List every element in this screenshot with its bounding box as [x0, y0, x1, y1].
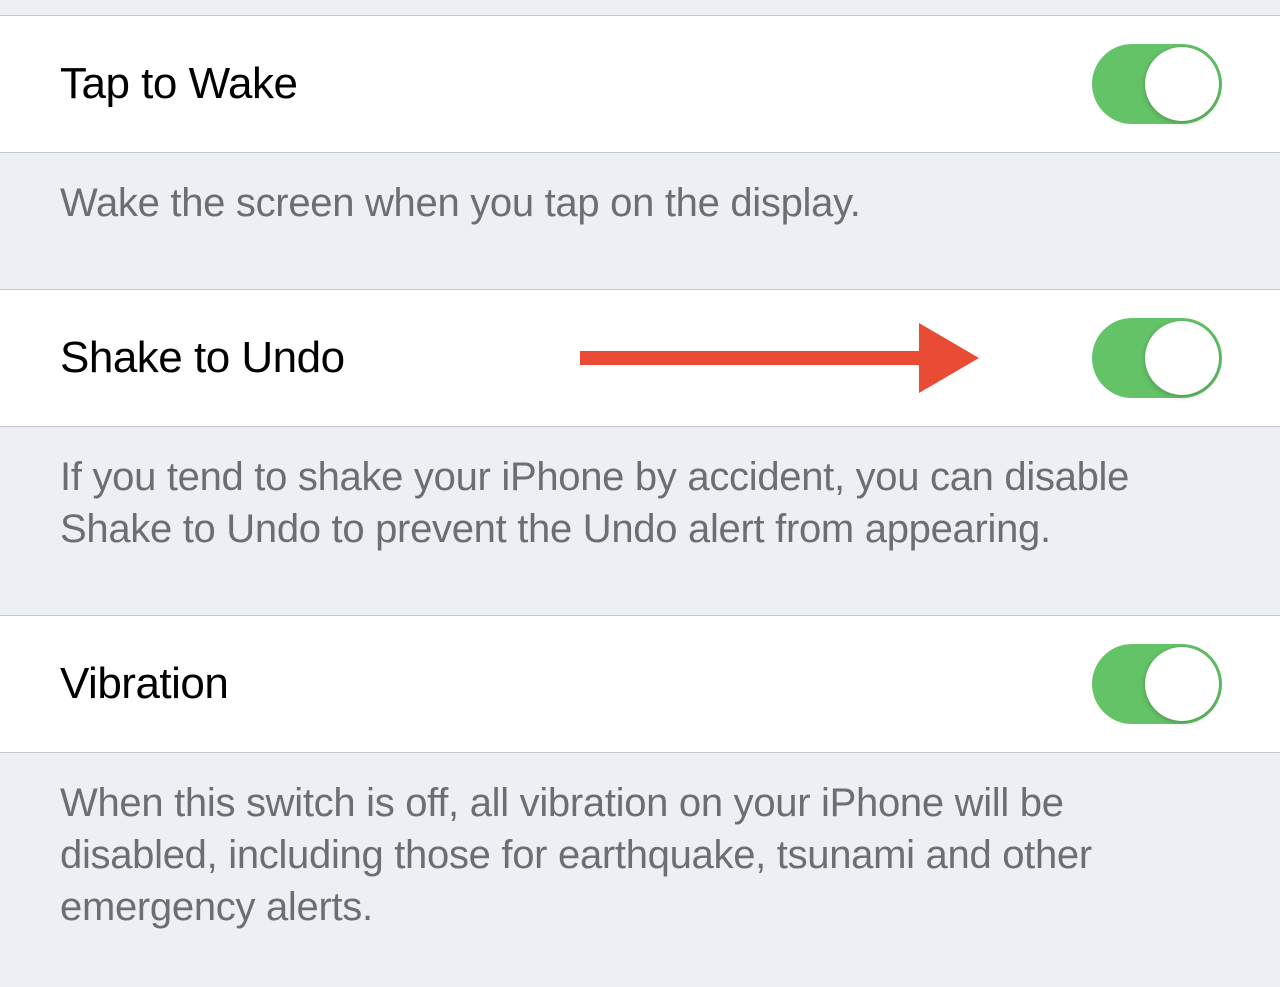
setting-description: If you tend to shake your iPhone by acci…	[0, 427, 1280, 616]
arrow-line-icon	[580, 351, 920, 365]
settings-panel: Tap to Wake Wake the screen when you tap…	[0, 0, 1280, 973]
setting-row-shake-to-undo: Shake to Undo	[0, 290, 1280, 427]
setting-description: Wake the screen when you tap on the disp…	[0, 153, 1280, 290]
setting-label: Vibration	[60, 659, 228, 709]
toggle-knob-icon	[1145, 321, 1219, 395]
setting-row-tap-to-wake: Tap to Wake	[0, 16, 1280, 153]
toggle-knob-icon	[1145, 647, 1219, 721]
setting-row-vibration: Vibration	[0, 616, 1280, 753]
setting-description: When this switch is off, all vibration o…	[0, 753, 1280, 973]
tap-to-wake-toggle[interactable]	[1092, 44, 1222, 124]
shake-to-undo-toggle[interactable]	[1092, 318, 1222, 398]
toggle-knob-icon	[1145, 47, 1219, 121]
arrow-annotation-icon	[580, 323, 979, 393]
arrow-head-icon	[919, 323, 979, 393]
section-gap	[0, 0, 1280, 16]
setting-label: Tap to Wake	[60, 59, 297, 109]
vibration-toggle[interactable]	[1092, 644, 1222, 724]
setting-label: Shake to Undo	[60, 333, 345, 383]
